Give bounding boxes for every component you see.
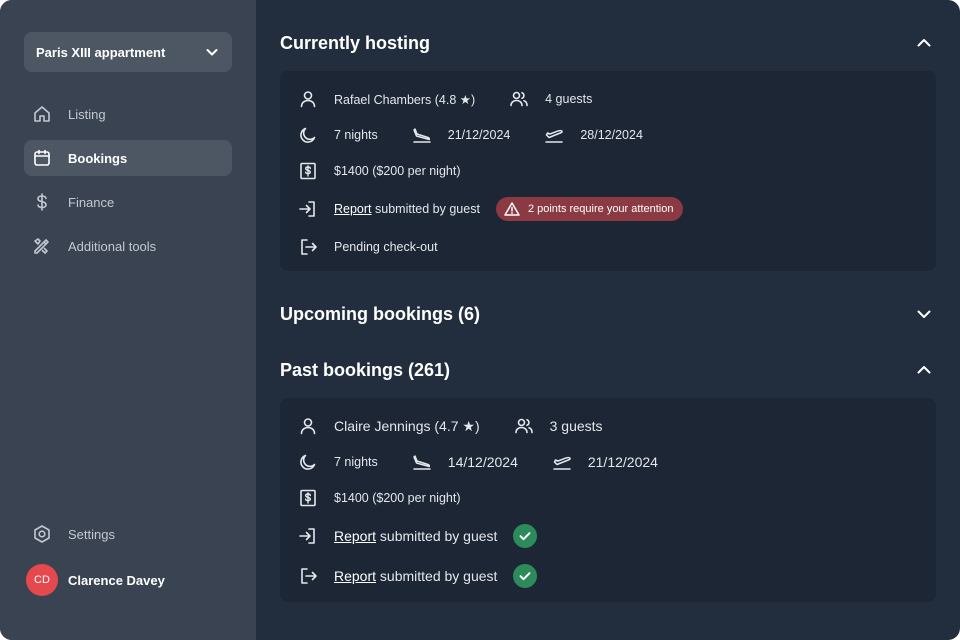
check-in-date: 14/12/2024 (447, 454, 518, 470)
user-profile[interactable]: CD Clarence Davey (24, 564, 232, 596)
plane-landing-icon (412, 125, 432, 145)
plane-takeoff-icon (552, 452, 572, 472)
guest-name: Rafael Chambers (4.8 ★) (334, 92, 476, 107)
section-title: Past bookings (261) (280, 359, 451, 380)
sidebar-item-label: Listing (68, 106, 106, 122)
nights: 7 nights (334, 455, 378, 469)
chevron-down-icon[interactable] (912, 302, 936, 326)
report-link[interactable]: Report (334, 568, 376, 584)
user-name: Clarence Davey (68, 572, 165, 588)
check-in-date: 21/12/2024 (447, 128, 511, 142)
section-header-currently-hosting[interactable]: Currently hosting (280, 15, 936, 71)
user-icon (298, 89, 318, 109)
sidebar-item-label: Bookings (68, 150, 128, 166)
guest-count: 4 guests (545, 92, 593, 106)
plane-takeoff-icon (544, 125, 564, 145)
chevron-down-icon (204, 44, 220, 60)
moon-icon (298, 125, 318, 145)
users-icon (514, 416, 534, 436)
settings-label: Settings (68, 526, 115, 542)
property-select-label: Paris XIII appartment (36, 44, 166, 60)
price: $1400 ($200 per night) (334, 164, 461, 178)
report-text: submitted by guest (371, 202, 480, 216)
sidebar-footer: Settings CD Clarence Davey (24, 516, 232, 596)
plane-landing-icon (412, 452, 432, 472)
past-booking-card: Claire Jennings (4.7 ★) 3 guests 7 night… (280, 398, 936, 602)
report-link[interactable]: Report (334, 528, 376, 544)
calendar-icon (32, 148, 52, 168)
report-text: submitted by guest (376, 528, 498, 544)
sidebar-item-label: Additional tools (68, 238, 157, 254)
current-booking-card: Rafael Chambers (4.8 ★) 4 guests 7 night… (280, 71, 936, 271)
sidebar: Paris XIII appartment Listing Bookings F… (0, 0, 256, 640)
check-circle-icon (513, 524, 538, 548)
section-title: Currently hosting (280, 32, 431, 53)
log-out-icon (298, 237, 318, 257)
attention-badge-label: 2 points require your attention (527, 203, 674, 215)
sidebar-item-label: Finance (68, 194, 115, 210)
home-icon (32, 104, 52, 124)
dollar-icon (32, 192, 52, 212)
nights: 7 nights (334, 128, 378, 142)
sidebar-item-listing[interactable]: Listing (24, 96, 232, 132)
report-text: submitted by guest (376, 568, 498, 584)
check-out-date: 28/12/2024 (580, 128, 643, 142)
section-title: Upcoming bookings (6) (280, 303, 480, 324)
chevron-up-icon[interactable] (912, 31, 936, 55)
sidebar-item-bookings[interactable]: Bookings (24, 140, 232, 176)
tools-icon (32, 236, 52, 256)
warning-icon (504, 201, 520, 217)
section-header-upcoming-bookings[interactable]: Upcoming bookings (6) (280, 286, 936, 342)
attention-badge[interactable]: 2 points require your attention (495, 197, 684, 221)
price: $1400 ($200 per night) (334, 491, 461, 505)
property-select[interactable]: Paris XIII appartment (24, 32, 232, 72)
sidebar-nav: Listing Bookings Finance Additional tool… (24, 96, 232, 264)
booking-status: Pending check-out (334, 240, 438, 254)
sidebar-item-settings[interactable]: Settings (24, 516, 232, 552)
section-header-past-bookings[interactable]: Past bookings (261) (280, 342, 936, 398)
guest-count: 3 guests (549, 418, 603, 434)
user-icon (298, 416, 318, 436)
users-icon (509, 89, 529, 109)
avatar: CD (26, 564, 58, 596)
sidebar-item-additional-tools[interactable]: Additional tools (24, 228, 232, 264)
settings-hexagon-icon (32, 524, 52, 544)
moon-icon (298, 452, 318, 472)
log-in-icon (298, 526, 318, 546)
app-window: Paris XIII appartment Listing Bookings F… (0, 0, 960, 640)
log-out-icon (298, 566, 318, 586)
receipt-dollar-icon (298, 488, 318, 508)
report-link[interactable]: Report (334, 202, 372, 216)
chevron-up-icon[interactable] (912, 358, 936, 382)
check-out-date: 21/12/2024 (587, 454, 658, 470)
receipt-dollar-icon (298, 161, 318, 181)
sidebar-item-finance[interactable]: Finance (24, 184, 232, 220)
log-in-icon (298, 199, 318, 219)
guest-name: Claire Jennings (4.7 ★) (334, 417, 480, 434)
check-circle-icon (513, 564, 538, 588)
main-content: Currently hosting Rafael Chambers (4.8 ★… (256, 0, 960, 640)
